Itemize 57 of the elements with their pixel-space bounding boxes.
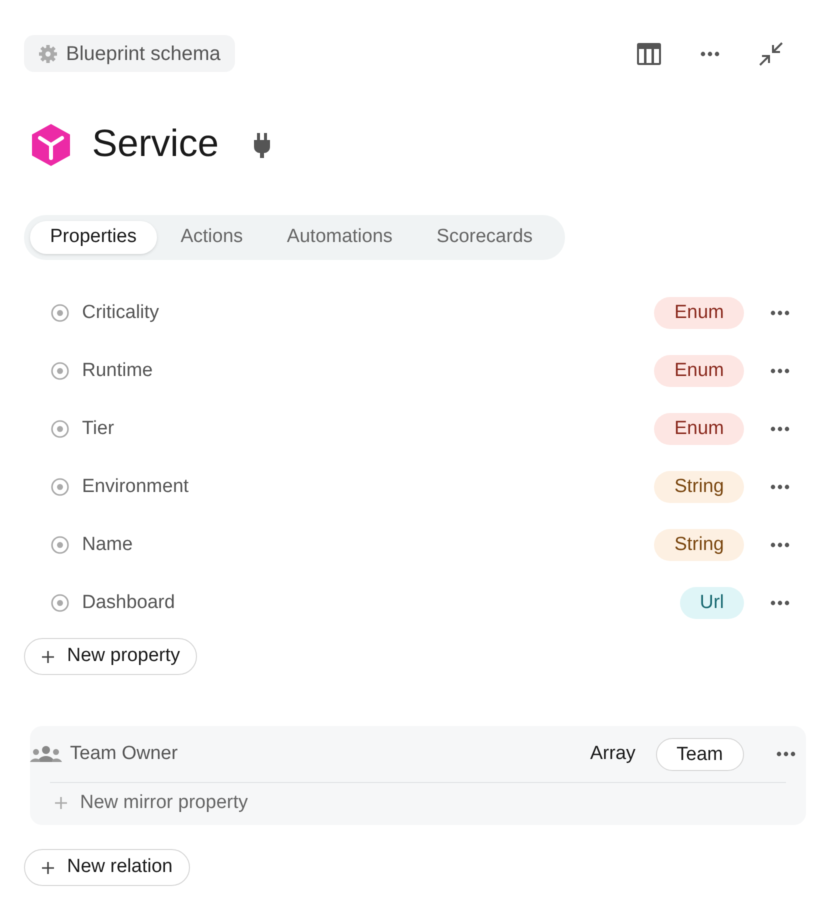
radio-icon: [50, 303, 70, 323]
tab[interactable]: Automations: [266, 221, 413, 254]
more-icon: [770, 542, 790, 548]
new-relation-button[interactable]: New relation: [24, 849, 190, 886]
more-button[interactable]: [770, 600, 790, 606]
property-name: Name: [82, 532, 134, 557]
new-mirror-property-button[interactable]: New mirror property: [54, 789, 248, 817]
property-name: Criticality: [82, 300, 160, 325]
type-badge: Enum: [654, 355, 744, 387]
more-button[interactable]: [700, 50, 720, 56]
gear-icon: [38, 44, 58, 64]
more-icon: [770, 484, 790, 490]
more-button[interactable]: [776, 751, 796, 757]
property-name: Tier: [82, 416, 116, 441]
more-icon: [770, 310, 790, 316]
plus-icon: [54, 796, 68, 810]
more-icon: [770, 600, 790, 606]
table-icon: [636, 42, 662, 66]
more-icon: [700, 50, 720, 56]
more-button[interactable]: [770, 542, 790, 548]
radio-icon: [50, 419, 70, 439]
plus-icon: [41, 860, 55, 874]
property-name: Dashboard: [82, 590, 176, 615]
more-button[interactable]: [770, 426, 790, 432]
radio-icon: [50, 477, 70, 497]
more-icon: [770, 368, 790, 374]
relation-target: Team: [656, 738, 744, 770]
more-button[interactable]: [770, 484, 790, 490]
plug-icon: [252, 132, 271, 158]
more-icon: [776, 751, 796, 757]
type-badge: String: [654, 471, 744, 503]
relation-name: Team Owner: [70, 742, 179, 766]
cube-icon: [30, 122, 72, 168]
new-property-button[interactable]: New property: [24, 638, 197, 675]
tab[interactable]: Actions: [160, 221, 263, 254]
breadcrumb-button[interactable]: Blueprint schema: [24, 35, 235, 72]
type-badge: Url: [680, 587, 744, 619]
collapse-button[interactable]: [758, 40, 784, 66]
table-view-button[interactable]: [636, 42, 662, 66]
more-icon: [770, 426, 790, 432]
property-name: Environment: [82, 474, 190, 499]
blueprint-title: Service: [92, 122, 219, 167]
people-icon: [30, 745, 62, 763]
radio-icon: [50, 361, 70, 381]
more-button[interactable]: [770, 310, 790, 316]
tab[interactable]: Properties: [30, 221, 157, 254]
plus-icon: [41, 650, 55, 664]
tab[interactable]: Scorecards: [416, 221, 553, 254]
more-button[interactable]: [770, 368, 790, 374]
type-badge: Enum: [654, 297, 744, 329]
radio-icon: [50, 535, 70, 555]
collapse-icon: [758, 40, 784, 66]
type-badge: Enum: [654, 413, 744, 445]
radio-icon: [50, 593, 70, 613]
type-badge: String: [654, 529, 744, 561]
relation-cardinality: Array: [590, 742, 636, 766]
property-name: Runtime: [82, 358, 154, 383]
